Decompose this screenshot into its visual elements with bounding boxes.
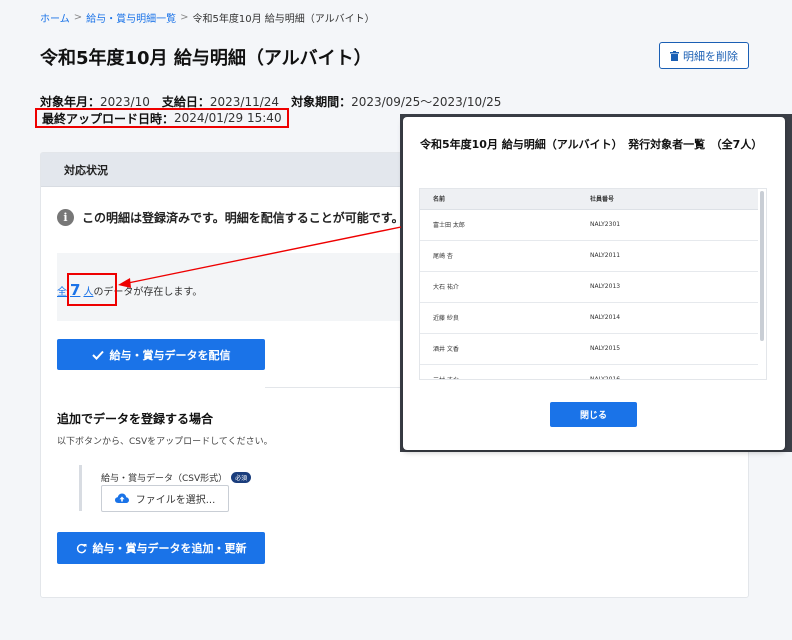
table-scrollbar[interactable] xyxy=(760,191,764,341)
breadcrumb-current: 令和5年度10月 給与明細（アルバイト） xyxy=(192,14,375,25)
period-value: 2023/09/25〜2023/10/25 xyxy=(351,95,502,109)
employee-name: 尾崎 杏 xyxy=(420,240,590,272)
table-header-row: 名前 社員番号 xyxy=(420,189,758,210)
employee-id: NALY2301 xyxy=(590,209,758,241)
table-row: 大石 祐介 NALY2013 xyxy=(420,271,758,303)
employee-id: NALY2013 xyxy=(590,271,758,303)
employee-name: 富士田 太郎 xyxy=(420,209,590,241)
pay-date-label: 支給日： xyxy=(161,95,210,109)
info-icon: i xyxy=(57,209,74,226)
last-upload-value: 2024/01/29 15:40 xyxy=(174,111,282,125)
trash-icon xyxy=(670,50,679,61)
employee-name: 三村 すな xyxy=(420,364,590,379)
required-badge: 必須 xyxy=(231,472,252,483)
table-row: 近藤 紗良 NALY2014 xyxy=(420,302,758,334)
add-data-title: 追加でデータを登録する場合 xyxy=(57,412,214,426)
csv-file-label-text: 給与・賞与データ（CSV形式） xyxy=(101,474,228,484)
distribute-label: 給与・賞与データを配信 xyxy=(109,348,231,362)
delete-statement-label: 明細を削除 xyxy=(683,49,738,63)
refresh-icon xyxy=(76,543,86,553)
file-select-label: ファイルを選択... xyxy=(135,495,216,506)
info-text: この明細は登録済みです。明細を配信することが可能です。 xyxy=(82,211,404,225)
add-update-button[interactable]: 給与・賞与データを追加・更新 xyxy=(57,532,265,564)
count-prefix: 全 xyxy=(57,287,67,298)
breadcrumb-list-link[interactable]: 給与・賞与明細一覧 xyxy=(86,10,176,25)
column-header-name: 名前 xyxy=(420,189,590,210)
employee-id: NALY2014 xyxy=(590,302,758,334)
table-row: 尾崎 杏 NALY2011 xyxy=(420,240,758,272)
employee-id: NALY2015 xyxy=(590,333,758,365)
breadcrumb: ホーム > 給与・賞与明細一覧 > 令和5年度10月 給与明細（アルバイト） xyxy=(40,10,375,25)
period-label: 対象期間： xyxy=(291,95,352,109)
recipients-modal: 令和5年度10月 給与明細（アルバイト） 発行対象者一覧 （全7人） 名前 社員… xyxy=(403,117,785,450)
chevron-right-icon: > xyxy=(73,12,83,23)
target-month-label: 対象年月： xyxy=(40,95,101,109)
employee-name: 大石 祐介 xyxy=(420,271,590,303)
last-upload-highlight: 最終アップロード日時： 2024/01/29 15:40 xyxy=(35,108,289,128)
table-row: 富士田 太郎 NALY2301 xyxy=(420,209,758,241)
csv-file-label: 給与・賞与データ（CSV形式） 必須 xyxy=(101,471,252,484)
last-upload-label: 最終アップロード日時： xyxy=(42,111,175,126)
modal-title: 令和5年度10月 給与明細（アルバイト） 発行対象者一覧 （全7人） xyxy=(420,138,763,151)
recipients-table-container[interactable]: 名前 社員番号 富士田 太郎 NALY2301 尾崎 杏 NALY2011 大石 祐… xyxy=(419,188,767,380)
add-data-description: 以下ボタンから、CSVをアップロードしてください。 xyxy=(57,437,273,447)
chevron-right-icon: > xyxy=(180,12,189,23)
breadcrumb-home-link[interactable]: ホーム xyxy=(40,10,70,25)
employee-id: NALY2011 xyxy=(590,240,758,272)
close-button[interactable]: 閉じる xyxy=(550,402,637,427)
distribute-button[interactable]: 給与・賞与データを配信 xyxy=(57,339,265,370)
pay-date-value: 2023/11/24 xyxy=(209,95,280,109)
cloud-upload-icon xyxy=(114,493,129,503)
table-row: 酒井 文香 NALY2015 xyxy=(420,333,758,365)
delete-statement-button[interactable]: 明細を削除 xyxy=(659,42,749,69)
employee-name: 酒井 文香 xyxy=(420,333,590,365)
add-update-label: 給与・賞与データを追加・更新 xyxy=(92,542,247,555)
target-month-value: 2023/10 xyxy=(100,95,150,109)
info-message: i この明細は登録済みです。明細を配信することが可能です。 xyxy=(57,209,404,226)
column-header-employee-id: 社員番号 xyxy=(590,189,758,210)
table-row: 三村 すなNALY2016 xyxy=(420,364,758,379)
file-select-button[interactable]: ファイルを選択... xyxy=(101,485,229,512)
recipients-table: 名前 社員番号 富士田 太郎 NALY2301 尾崎 杏 NALY2011 大石 祐… xyxy=(420,189,758,379)
employee-id: NALY2016 xyxy=(590,364,758,379)
page-title: 令和5年度10月 給与明細（アルバイト） xyxy=(40,48,372,69)
count-highlight-box xyxy=(67,273,117,306)
check-icon xyxy=(91,350,104,360)
employee-name: 近藤 紗良 xyxy=(420,302,590,334)
file-field-accent xyxy=(79,465,82,511)
